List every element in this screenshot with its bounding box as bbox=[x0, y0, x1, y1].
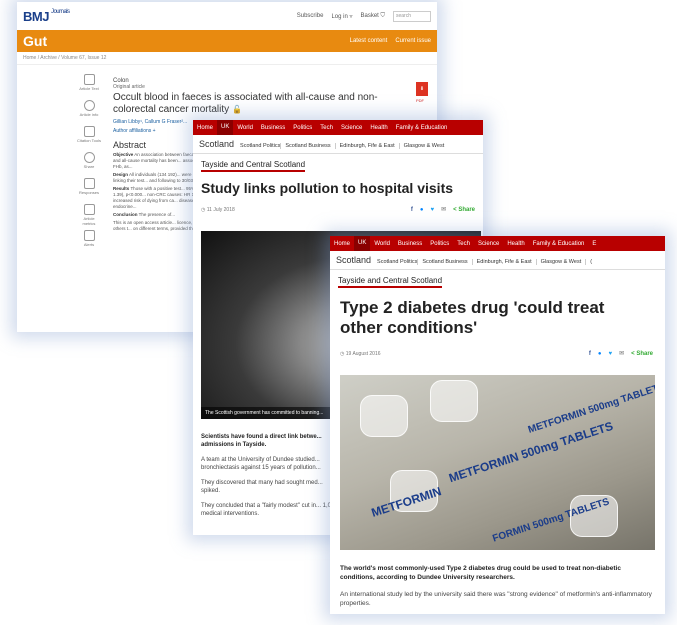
article-title: Occult blood in faeces is associated wit… bbox=[113, 92, 378, 115]
quote-icon bbox=[83, 126, 95, 137]
sub-nav-item[interactable]: Edinburgh, Fife & East bbox=[471, 259, 536, 265]
bbc-diabetes-article: Home UK World Business Politics Tech Sci… bbox=[330, 236, 665, 614]
bmj-top-links: Subscribe Log in ▿ Basket ⛉ search bbox=[297, 10, 431, 22]
region-title[interactable]: Tayside and Central Scotland bbox=[338, 276, 443, 288]
sub-nav-item[interactable]: Glasgow & West bbox=[398, 143, 449, 149]
article-meta: ◷ 19 August 2016 f ● ♥ ✉ < Share bbox=[340, 350, 653, 358]
alerts-tool[interactable]: Alerts bbox=[77, 230, 101, 254]
article-paragraph: An international study led by the univer… bbox=[340, 591, 652, 607]
sub-nav-item[interactable]: Scotland Politics bbox=[377, 259, 417, 265]
nav-world[interactable]: World bbox=[370, 241, 394, 247]
messenger-icon[interactable]: ● bbox=[420, 207, 424, 213]
twitter-icon[interactable]: ♥ bbox=[431, 207, 435, 213]
info-icon bbox=[83, 100, 95, 111]
nav-home[interactable]: Home bbox=[330, 241, 354, 247]
sub-nav-item[interactable]: Glasgow & West bbox=[535, 259, 586, 265]
journal-bar: Gut Latest content Current issue bbox=[17, 30, 437, 52]
pdf-icon[interactable]: ⬇ bbox=[416, 82, 428, 96]
sub-nav-item[interactable]: ( bbox=[585, 259, 596, 265]
nav-science[interactable]: Science bbox=[337, 125, 366, 131]
article-paragraph: Scientists have found a direct link betw… bbox=[201, 434, 322, 448]
nav-health[interactable]: Health bbox=[503, 241, 528, 247]
share-tools: f ● ♥ ✉ < Share bbox=[411, 206, 475, 214]
facebook-icon[interactable]: f bbox=[411, 207, 413, 213]
sub-nav-item[interactable]: Edinburgh, Fife & East bbox=[334, 143, 399, 149]
share-button[interactable]: < Share bbox=[453, 207, 475, 213]
subscribe-link[interactable]: Subscribe bbox=[297, 13, 324, 19]
article-date: 11 July 2018 bbox=[206, 206, 235, 213]
messenger-icon[interactable]: ● bbox=[598, 351, 602, 357]
article-text-tool[interactable]: Article Text bbox=[77, 74, 101, 98]
sub-nav-scotland[interactable]: Scotland bbox=[336, 255, 371, 265]
share-tool[interactable]: Share bbox=[77, 152, 101, 176]
email-icon[interactable]: ✉ bbox=[619, 350, 624, 357]
twitter-icon[interactable]: ♥ bbox=[609, 351, 613, 357]
speech-bubble-icon bbox=[83, 178, 95, 189]
bbc-sub-nav: Scotland Scotland Politics Scotland Busi… bbox=[330, 251, 665, 270]
latest-content-link[interactable]: Latest content bbox=[350, 38, 388, 44]
article-headline: Study links pollution to hospital visits bbox=[201, 180, 454, 196]
region-title[interactable]: Tayside and Central Scotland bbox=[201, 160, 306, 172]
sub-nav-item[interactable]: Scotland Politics bbox=[240, 143, 280, 149]
sub-nav-scotland[interactable]: Scotland bbox=[199, 139, 234, 149]
nav-tech[interactable]: Tech bbox=[316, 125, 337, 131]
nav-science[interactable]: Science bbox=[474, 241, 503, 247]
nav-tech[interactable]: Tech bbox=[453, 241, 474, 247]
bbc-main-nav: Home UK World Business Politics Tech Sci… bbox=[193, 120, 483, 135]
sub-nav-item[interactable]: Scotland Business bbox=[280, 143, 334, 149]
basket-link[interactable]: Basket ⛉ bbox=[360, 13, 385, 20]
blister-bubble bbox=[360, 395, 408, 437]
facebook-icon[interactable]: f bbox=[589, 351, 591, 357]
bbc-main-nav: Home UK World Business Politics Tech Sci… bbox=[330, 236, 665, 251]
article-body: The world's most commonly-used Type 2 di… bbox=[340, 564, 655, 608]
metformin-tablets-image: METFORMIN 500mg TABLETS METFORMIN 500mg … bbox=[340, 375, 655, 550]
nav-home[interactable]: Home bbox=[193, 125, 217, 131]
nav-business[interactable]: Business bbox=[257, 125, 289, 131]
bmj-logo[interactable]: BMJ Journals bbox=[23, 9, 70, 24]
nav-family-education[interactable]: Family & Education bbox=[529, 241, 589, 247]
article-type: Original article bbox=[113, 84, 145, 90]
nav-uk[interactable]: UK bbox=[354, 236, 371, 251]
share-tools: f ● ♥ ✉ < Share bbox=[589, 350, 653, 358]
citation-tools-tool[interactable]: Citation Tools bbox=[77, 126, 101, 150]
article-headline: Type 2 diabetes drug 'could treat other … bbox=[340, 298, 605, 337]
nav-family-education[interactable]: Family & Education bbox=[392, 125, 452, 131]
share-button[interactable]: < Share bbox=[631, 351, 653, 357]
email-icon[interactable]: ✉ bbox=[441, 206, 446, 213]
article-date: 19 August 2016 bbox=[345, 350, 381, 357]
article-meta: ◷ 11 July 2018 f ● ♥ ✉ < Share bbox=[201, 206, 475, 214]
nav-politics[interactable]: Politics bbox=[289, 125, 316, 131]
responses-tool[interactable]: Responses bbox=[77, 178, 101, 202]
sub-nav-item[interactable]: Scotland Business bbox=[417, 259, 471, 265]
article-info-tool[interactable]: Article info bbox=[77, 100, 101, 124]
article-paragraph: They concluded that a "fairly modest" cu… bbox=[201, 503, 338, 517]
article-paragraph: The world's most commonly-used Type 2 di… bbox=[340, 565, 621, 581]
chart-icon bbox=[83, 204, 95, 215]
blister-bubble bbox=[430, 380, 478, 422]
share-icon bbox=[83, 152, 95, 163]
nav-health[interactable]: Health bbox=[366, 125, 391, 131]
article-paragraph: A team at the University of Dundee studi… bbox=[201, 457, 321, 471]
login-link[interactable]: Log in ▿ bbox=[331, 13, 352, 20]
journal-title[interactable]: Gut bbox=[23, 33, 47, 49]
current-issue-link[interactable]: Current issue bbox=[395, 38, 431, 44]
bmj-top-bar: BMJ Journals Subscribe Log in ▿ Basket ⛉ … bbox=[17, 2, 437, 30]
bbc-sub-nav: Scotland Scotland Politics Scotland Busi… bbox=[193, 135, 483, 154]
nav-item-truncated[interactable]: E bbox=[588, 241, 600, 247]
article-paragraph: They discovered that many had sought med… bbox=[201, 480, 323, 494]
open-access-icon: 🔓 bbox=[231, 105, 242, 114]
article-tools-sidebar: Article Text Article info Citation Tools… bbox=[77, 74, 101, 256]
pdf-label[interactable]: PDF bbox=[416, 98, 424, 103]
envelope-icon bbox=[83, 230, 95, 241]
document-icon bbox=[83, 74, 95, 85]
nav-business[interactable]: Business bbox=[394, 241, 426, 247]
nav-world[interactable]: World bbox=[233, 125, 257, 131]
breadcrumb: Home / Archive / Volume 67, Issue 12 bbox=[17, 52, 437, 65]
search-input[interactable]: search bbox=[393, 10, 431, 22]
article-metrics-tool[interactable]: Article metrics bbox=[77, 204, 101, 228]
nav-uk[interactable]: UK bbox=[217, 120, 234, 135]
nav-politics[interactable]: Politics bbox=[426, 241, 453, 247]
